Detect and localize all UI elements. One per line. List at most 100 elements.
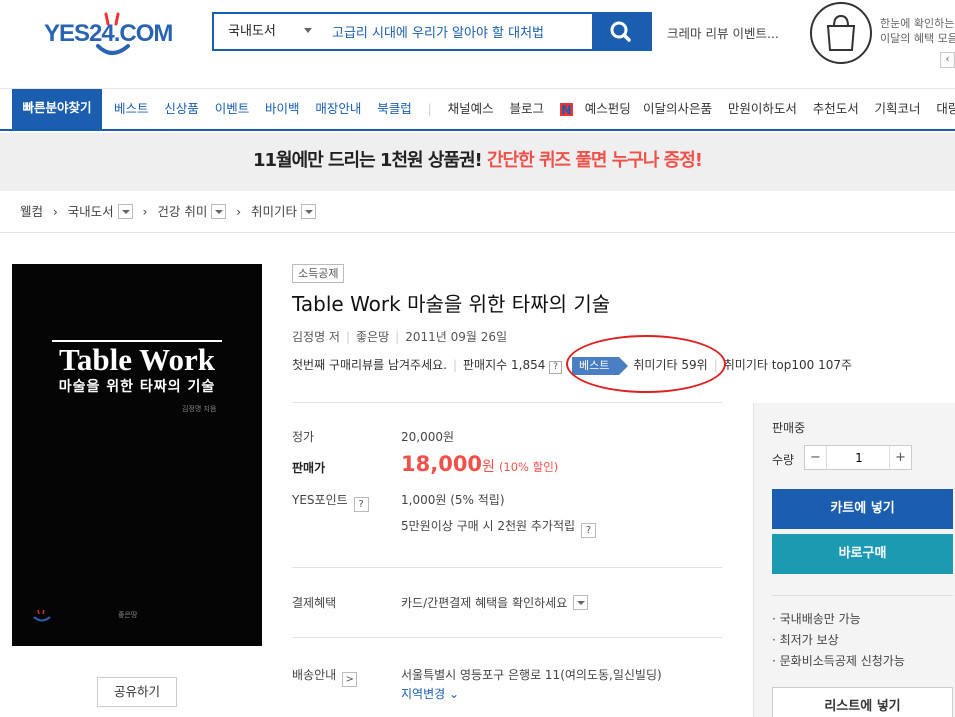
section-divider	[292, 637, 722, 638]
nav-item-best[interactable]: 베스트	[114, 101, 149, 116]
smile-watermark-icon	[33, 609, 51, 622]
payment-benefit-value: 카드/간편결제 혜택을 확인하세요	[401, 596, 568, 610]
breadcrumb-home[interactable]: 웰컴	[20, 204, 43, 219]
highlight-ring	[566, 335, 726, 393]
delivery-row: 배송안내 >	[292, 666, 358, 687]
search-category-label: 국내도서	[228, 24, 276, 39]
nav-item-bulk[interactable]: 대량/법	[936, 101, 955, 116]
breadcrumb-dropdown-2[interactable]	[211, 204, 227, 219]
rank-top100-link[interactable]: 취미기타 top100 107주	[724, 358, 852, 372]
promo-line-2: 이달의 혜택 모음	[880, 32, 955, 45]
yes-point-help-icon[interactable]: ?	[353, 497, 369, 512]
chevron-right-icon: ›	[142, 204, 148, 219]
funding-label: 예스펀딩	[584, 101, 631, 116]
search-button[interactable]	[592, 14, 650, 49]
search-category-select[interactable]: 국내도서	[214, 14, 320, 49]
nav-items: 베스트 신상품 이벤트 바이백 매장안내 북클럽 | 채널예스 블로그 N 예스펀…	[114, 89, 643, 131]
nav-item-new[interactable]: 신상품	[164, 101, 199, 116]
prev-arrow-button[interactable]: ‹	[940, 52, 955, 68]
discount-rate: (10% 할인)	[498, 460, 559, 474]
publisher-link[interactable]: 좋은땅	[356, 330, 389, 344]
delivery-label: 배송안내	[292, 668, 337, 682]
quantity-stepper: − +	[804, 445, 912, 470]
region-change-link[interactable]: 지역변경 ⌄	[401, 685, 459, 702]
sale-price-label: 판매가	[292, 461, 326, 475]
product-meta: 김정명 저 | 좋은땅 | 2011년 09월 26일	[292, 328, 507, 345]
review-prompt-link[interactable]: 첫번째 구매리뷰를 남겨주세요.	[292, 358, 447, 372]
cover-author: 김정명 지음	[182, 405, 217, 413]
meta-separator: |	[345, 330, 351, 344]
search-input[interactable]	[332, 14, 592, 49]
side-divider	[772, 595, 953, 596]
nav-item-store[interactable]: 매장안내	[315, 101, 361, 116]
note-domestic: · 국내배송만 가능	[772, 612, 861, 626]
meta-separator: |	[395, 330, 400, 344]
book-cover[interactable]: Table Work 마술을 위한 타짜의 기술 김정명 지음 좋은땅	[12, 264, 262, 646]
shopping-bag-icon	[826, 14, 856, 51]
event-link[interactable]: 크레마 리뷰 이벤트...	[667, 23, 779, 42]
sale-price-value: 18,000	[401, 452, 483, 476]
breadcrumb-dropdown-1[interactable]	[117, 204, 133, 219]
breadcrumb-item-3[interactable]: 취미기타	[251, 204, 297, 219]
point-extra-help-icon[interactable]: ?	[581, 523, 597, 538]
main-nav: 빠른분야찾기 베스트 신상품 이벤트 바이백 매장안내 북클럽 | 채널예스 블…	[0, 88, 955, 131]
cover-title-en: Table Work	[59, 342, 215, 377]
payment-benefit-label: 결제혜택	[292, 596, 337, 610]
delivery-address: 서울특별시 영등포구 은행로 11(여의도동,일신빌딩)	[401, 668, 662, 682]
yes24-logo[interactable]: YES24.COM	[44, 10, 184, 60]
note-lowest-price: · 최저가 보상	[772, 633, 839, 647]
payment-benefit-dropdown[interactable]	[573, 595, 589, 610]
monthly-benefits-promo[interactable]: 한눈에 확인하는 이달의 혜택 모음	[880, 16, 955, 46]
cover-title-ko: 마술을 위한 타짜의 기술	[58, 379, 216, 395]
sale-status: 판매중	[772, 421, 806, 435]
note-culture-deduction: · 문화비소득공제 신청가능	[772, 654, 905, 668]
nav-item-corner[interactable]: 기획코너	[875, 101, 921, 116]
list-price-label: 정가	[292, 430, 315, 444]
buy-now-button[interactable]: 바로구매	[772, 534, 953, 574]
nav-item-recommend[interactable]: 추천도서	[813, 101, 859, 116]
yes-point-extra: 5만원이상 구매 시 2천원 추가적립	[401, 519, 576, 533]
promo-banner[interactable]: 11월에만 드리는 1천원 상품권! 간단한 퀴즈 풀면 누구나 증정!	[0, 133, 955, 191]
sale-price-unit: 원	[482, 459, 495, 475]
nav-item-bookclub[interactable]: 북클럽	[377, 101, 412, 116]
search-box: 국내도서	[212, 12, 652, 51]
yes-point-value: 1,000원 (5% 적립)	[401, 493, 505, 507]
breadcrumb-item-2[interactable]: 건강 취미	[157, 204, 207, 219]
stats-separator: |	[452, 358, 458, 372]
quantity-input[interactable]	[828, 446, 890, 469]
promo-line-1: 한눈에 확인하는	[880, 17, 955, 30]
nav-separator: |	[427, 101, 432, 116]
quantity-minus-button[interactable]: −	[805, 446, 827, 469]
add-to-list-button[interactable]: 리스트에 넣기	[772, 687, 953, 717]
sales-index: 판매지수 1,854	[463, 358, 546, 372]
nav-item-funding[interactable]: N 예스펀딩	[559, 101, 631, 116]
add-to-cart-button[interactable]: 카트에 넣기	[772, 489, 953, 529]
nav-item-gift[interactable]: 이달의사은품	[643, 101, 712, 116]
breadcrumb: 웰컴 › 국내도서 › 건강 취미 › 취미기타	[0, 191, 955, 233]
breadcrumb-dropdown-3[interactable]	[301, 204, 316, 219]
banner-text-1: 11월에만 드리는 1천원 상품권!	[252, 150, 487, 171]
nav-item-blog[interactable]: 블로그	[509, 101, 544, 116]
search-icon	[610, 21, 631, 42]
share-button[interactable]: 공유하기	[97, 677, 177, 707]
delivery-info-arrow-icon[interactable]: >	[342, 672, 358, 687]
sales-index-help-icon[interactable]: ?	[549, 361, 563, 374]
payment-benefit-row[interactable]: 카드/간편결제 혜택을 확인하세요	[401, 594, 589, 611]
header: YES24.COM 국내도서 크레마 리뷰 이벤트... 한눈에 확인하는 이달…	[0, 0, 955, 88]
tax-deduction-tag: 소득공제	[292, 264, 345, 283]
yes-point-extra-row: 5만원이상 구매 시 2천원 추가적립?	[401, 517, 597, 538]
nav-item-buyback[interactable]: 바이백	[265, 101, 300, 116]
quantity-plus-button[interactable]: +	[889, 446, 911, 469]
chevron-right-icon: ›	[52, 204, 58, 219]
yes-point-row: YES포인트?	[292, 491, 369, 512]
nav-item-channel[interactable]: 채널예스	[448, 101, 494, 116]
author-link[interactable]: 김정명 저	[292, 330, 340, 344]
nav-item-event[interactable]: 이벤트	[215, 101, 250, 116]
quick-category-button[interactable]: 빠른분야찾기	[12, 89, 102, 131]
benefits-bag-button[interactable]	[810, 2, 872, 64]
list-price-value: 20,000원	[401, 430, 455, 444]
breadcrumb-item-1[interactable]: 국내도서	[68, 204, 114, 219]
nav-item-under10k[interactable]: 만원이하도서	[728, 101, 797, 116]
purchase-notes: · 국내배송만 가능 · 최저가 보상 · 문화비소득공제 신청가능	[772, 609, 905, 672]
purchase-panel: 판매중 수량 − + 카트에 넣기 바로구매 · 국내배송만 가능 · 최저가 …	[753, 403, 955, 717]
